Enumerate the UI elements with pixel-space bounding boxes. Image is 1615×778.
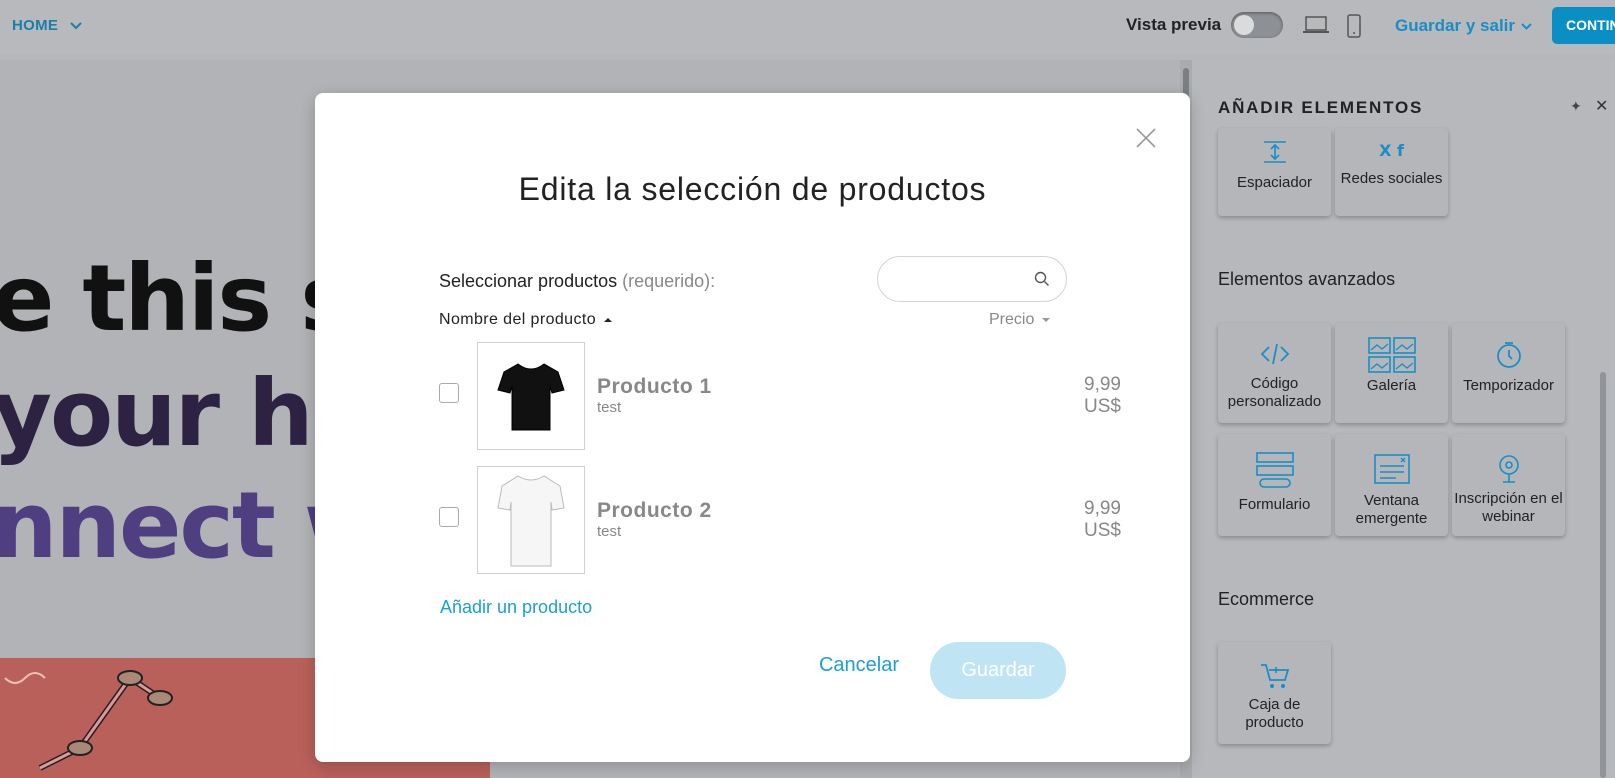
cancel-button[interactable]: Cancelar (799, 642, 919, 688)
timer-icon (1496, 342, 1521, 368)
product-price: 9,99 US$ (1084, 498, 1121, 541)
gallery-icon (1367, 337, 1416, 373)
product-selection-modal: Edita la selección de productos Seleccio… (315, 93, 1190, 762)
tshirt-icon (497, 363, 565, 431)
preview-toggle[interactable] (1231, 12, 1283, 38)
tile-label: Ventana emergente (1355, 492, 1428, 527)
save-exit-label: Guardar y salir (1395, 16, 1516, 35)
advanced-section-title: Elementos avanzados (1218, 269, 1396, 289)
tile-label: Código personalizado (1227, 375, 1322, 410)
required-label: (requerido): (622, 271, 716, 291)
social-icon: X f (1379, 141, 1404, 160)
tile-label: Redes sociales (1340, 170, 1443, 187)
product-thumbnail (477, 342, 585, 450)
tile-form[interactable]: Formulario (1218, 434, 1331, 536)
product-price: 9,99 US$ (1084, 374, 1121, 417)
molecule-illustration (4, 670, 173, 771)
ecommerce-section-title: Ecommerce (1218, 589, 1315, 609)
panel-title: AÑADIR ELEMENTOS (1218, 98, 1424, 117)
close-icon[interactable]: ✕ (1595, 96, 1608, 116)
column-name-label: Nombre del producto (439, 311, 597, 328)
preview-label: Vista previa (1126, 15, 1222, 34)
product-description: test (597, 523, 622, 540)
tile-label: Caja de producto (1245, 696, 1304, 731)
tile-spacer[interactable]: Espaciador (1218, 128, 1331, 216)
tile-product-box[interactable]: Caja de producto (1218, 642, 1331, 744)
code-icon (1260, 343, 1289, 365)
tile-custom-code[interactable]: Código personalizado (1218, 323, 1331, 423)
product-thumbnail (477, 466, 585, 574)
save-exit-menu[interactable]: Guardar y salir (1395, 16, 1532, 36)
sort-desc-icon (1042, 318, 1051, 322)
desktop-icon[interactable] (1302, 14, 1330, 36)
column-header-price[interactable]: Precio (989, 311, 1051, 329)
modal-title: Edita la selección de productos (518, 171, 987, 207)
toggle-knob (1234, 15, 1254, 35)
tile-timer[interactable]: Temporizador (1452, 323, 1565, 423)
tile-label: Galería (1366, 377, 1417, 394)
tile-popup[interactable]: Ventana emergente (1335, 434, 1448, 536)
top-bar: HOME Vista previa Guardar y salir CONTIN… (0, 0, 1615, 54)
save-button[interactable]: Guardar (930, 642, 1066, 699)
form-icon (1255, 452, 1294, 488)
product-checkbox[interactable] (439, 507, 459, 527)
mobile-icon[interactable] (1346, 14, 1362, 38)
spacer-icon (1263, 141, 1286, 163)
product-row: Producto 1 test 9,99 US$ (439, 342, 1121, 452)
product-name: Producto 2 (597, 499, 712, 522)
sort-asc-icon (604, 318, 613, 322)
tile-label: Inscripción en el webinar (1454, 490, 1563, 525)
product-checkbox[interactable] (439, 383, 459, 403)
tile-gallery[interactable]: Galería (1335, 323, 1448, 423)
continue-button[interactable]: CONTINUAR (1552, 7, 1615, 44)
add-product-link[interactable]: Añadir un producto (440, 597, 592, 618)
add-elements-panel: AÑADIR ELEMENTOS ✦ ✕ Espaciador X f Rede… (1192, 60, 1615, 778)
select-label-text: Seleccionar productos (439, 271, 618, 291)
close-icon[interactable] (1135, 127, 1157, 149)
product-name: Producto 1 (597, 375, 712, 398)
panel-scrollbar[interactable] (1600, 372, 1606, 778)
tile-label: Formulario (1238, 496, 1311, 513)
tile-social[interactable]: X f Redes sociales (1335, 128, 1448, 216)
column-price-label: Precio (989, 311, 1035, 328)
select-products-label: Seleccionar productos (requerido): (439, 271, 715, 292)
tile-label: Espaciador (1236, 174, 1313, 191)
page-selector-label: HOME (12, 17, 59, 34)
page-selector[interactable]: HOME (12, 17, 82, 34)
cart-icon (1260, 664, 1289, 688)
search-icon[interactable] (1034, 271, 1050, 287)
tshirt-icon (497, 475, 565, 567)
product-description: test (597, 399, 622, 416)
chevron-down-icon (1521, 22, 1532, 30)
product-row: Producto 2 test 9,99 US$ (439, 466, 1121, 576)
pin-icon[interactable]: ✦ (1570, 98, 1582, 115)
tile-webinar[interactable]: Inscripción en el webinar (1452, 434, 1565, 536)
tile-label: Temporizador (1463, 377, 1554, 394)
chevron-down-icon (70, 21, 82, 29)
popup-icon (1373, 454, 1410, 484)
search-input[interactable] (877, 256, 1067, 302)
column-header-name[interactable]: Nombre del producto (439, 311, 613, 329)
webinar-icon (1498, 455, 1519, 483)
